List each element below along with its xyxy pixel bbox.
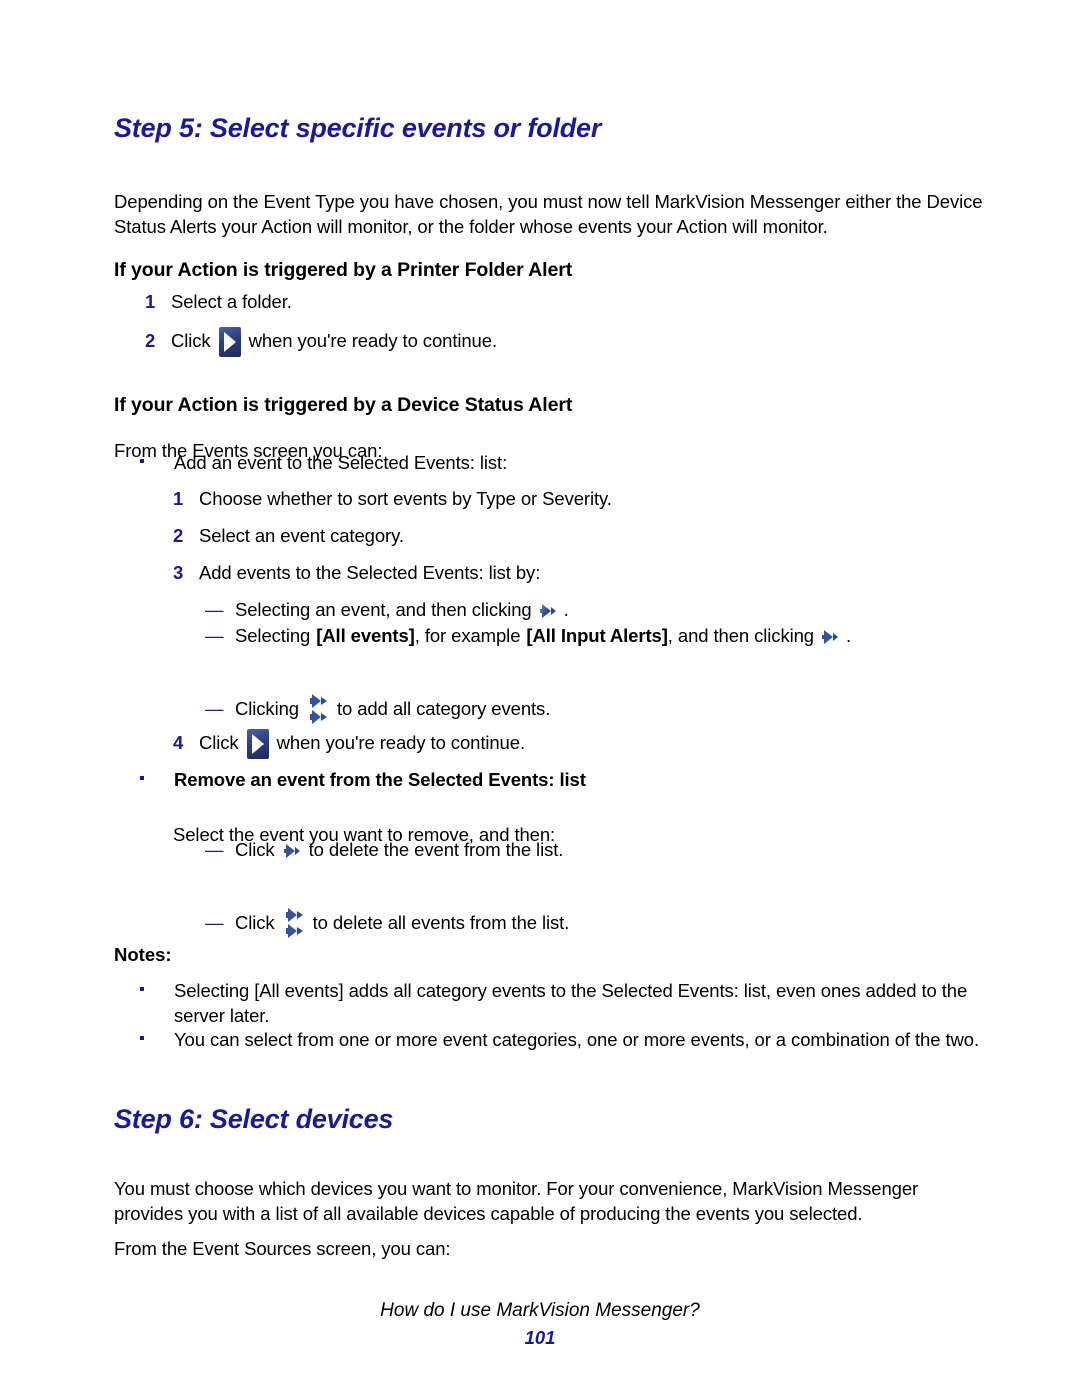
printer-folder-alert-heading: If your Action is triggered by a Printer… [114, 259, 573, 282]
list-item: 4 Click when you're ready to continue. [173, 729, 525, 759]
em-dash-marker: — [205, 599, 224, 620]
list-item: 1 Choose whether to sort events by Type o… [173, 486, 612, 511]
list-item-text-before: Clicking [235, 697, 299, 719]
list-item-text: Selecting [All events] adds all category… [174, 980, 968, 1026]
list-item-text-after: to delete all events from the list. [312, 911, 570, 933]
list-item-bold-2: [All Input Alerts] [526, 625, 668, 646]
document-page: Step 5: Select specific events or folder… [0, 0, 1080, 1397]
list-item-text-before: Click [171, 329, 211, 351]
list-item: You can select from one or more event ca… [140, 1027, 985, 1052]
bullet-dot-icon [140, 1036, 144, 1040]
list-item-mid-2: , and then clicking [667, 625, 814, 646]
list-item-text: You can select from one or more event ca… [174, 1029, 979, 1050]
step5-heading: Step 5: Select specific events or folder [114, 113, 602, 143]
list-item: — Click to delete the event from the list… [205, 837, 563, 862]
list-item-text: Select an event category. [199, 525, 404, 546]
list-number: 1 [173, 488, 184, 509]
em-dash-marker: — [205, 697, 224, 719]
em-dash-marker: — [205, 625, 224, 646]
em-dash-marker: — [205, 839, 224, 860]
bullet-dot-icon [140, 987, 144, 991]
list-item-text: Select a folder. [171, 291, 292, 312]
next-button-icon [246, 729, 269, 759]
list-item-text-before: Selecting [235, 625, 311, 646]
list-item: Add an event to the Selected Events: lis… [140, 450, 900, 475]
list-item: 2 Select an event category. [173, 523, 404, 548]
step6-heading: Step 6: Select devices [114, 1104, 394, 1134]
list-item-text: Add an event to the Selected Events: lis… [174, 452, 508, 473]
list-item-text-before: Selecting an event, and then clicking [235, 599, 532, 620]
notes-label: Notes: [114, 944, 172, 965]
footer-title: How do I use MarkVision Messenger? [380, 1300, 700, 1321]
list-item: 2 Click when you're ready to continue. [145, 327, 497, 357]
right-arrow-icon [538, 601, 558, 621]
list-item-text-after: when you're ready to continue. [276, 731, 525, 753]
list-item-text-after: . [563, 599, 569, 620]
list-item-text-after: when you're ready to continue. [248, 329, 497, 351]
step6-paragraph-2: From the Event Sources screen, you can: [114, 1237, 451, 1259]
device-status-alert-heading: If your Action is triggered by a Device … [114, 394, 573, 417]
list-number: 2 [145, 329, 156, 351]
list-number: 1 [145, 291, 156, 312]
list-item-text-before: Click [235, 839, 275, 860]
right-arrow-icon [820, 627, 840, 647]
em-dash-marker: — [205, 911, 224, 933]
list-item-mid-1: , for example [414, 625, 521, 646]
right-arrow-icon [282, 841, 302, 861]
list-item: — Selecting [All events], for example [All … [205, 623, 851, 648]
list-item: — Click to delete all events from the lis… [205, 907, 569, 941]
list-number: 4 [173, 731, 184, 753]
list-item: 1 Select a folder. [145, 289, 292, 314]
list-item-bold-1: [All events] [316, 625, 415, 646]
step6-paragraph-1: You must choose which devices you want t… [114, 1177, 919, 1224]
double-right-arrow-icon [283, 907, 305, 941]
list-item-text-after: . [846, 625, 852, 646]
list-item: Remove an event from the Selected Events… [140, 767, 900, 792]
next-button-icon [218, 327, 241, 357]
page-number: 101 [524, 1327, 556, 1348]
list-item-text-after: to delete the event from the list. [308, 839, 564, 860]
list-item-text-before: Click [199, 731, 239, 753]
list-item: — Clicking to add all category events. [205, 693, 550, 727]
step5-intro-paragraph: Depending on the Event Type you have cho… [114, 190, 983, 237]
list-number: 3 [173, 562, 184, 583]
list-item-text-after: to add all category events. [336, 697, 551, 719]
list-item: — Selecting an event, and then clicking . [205, 597, 569, 622]
list-item-text: Add events to the Selected Events: list … [199, 562, 541, 583]
list-item: 3 Add events to the Selected Events: list… [173, 560, 540, 585]
list-item: Selecting [All events] adds all category… [140, 978, 985, 1028]
bullet-dot-icon [140, 776, 144, 780]
list-item-text: Choose whether to sort events by Type or… [199, 488, 612, 509]
list-item-text-before: Click [235, 911, 275, 933]
bullet-dot-icon [140, 459, 144, 463]
list-number: 2 [173, 525, 184, 546]
double-right-arrow-icon [307, 693, 329, 727]
list-item-text: Remove an event from the Selected Events… [174, 769, 586, 790]
